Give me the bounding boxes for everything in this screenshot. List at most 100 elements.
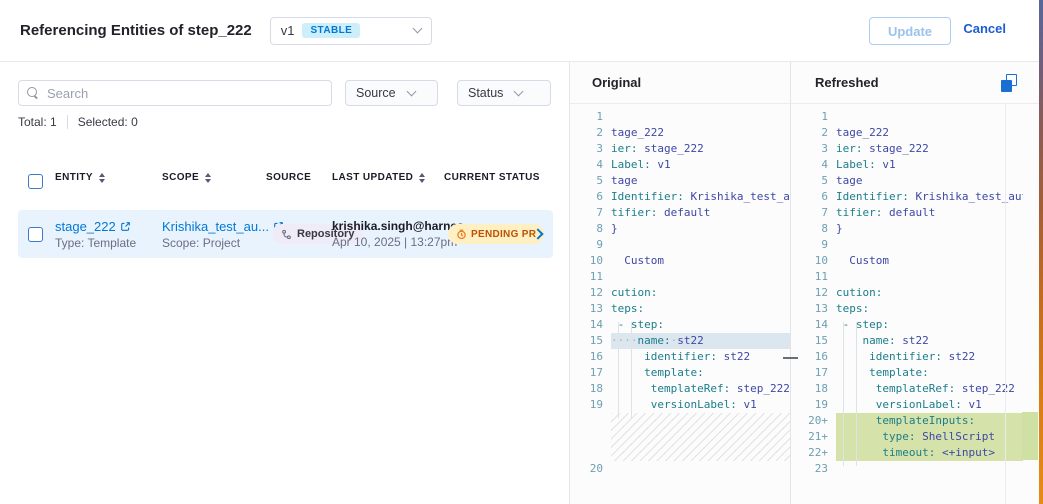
code-text: teps: xyxy=(836,301,1023,317)
code-text: template: xyxy=(836,365,1023,381)
line-number: 1 xyxy=(793,109,836,125)
code-text xyxy=(836,269,1023,285)
line-number: 2 xyxy=(793,125,836,141)
repository-icon xyxy=(281,229,292,240)
line-number: 7 xyxy=(793,205,836,221)
version-selector[interactable]: v1 STABLE xyxy=(270,17,432,45)
line-number: 13 xyxy=(793,301,836,317)
code-line: 16 identifier: st22 xyxy=(570,349,790,365)
line-number: 14 xyxy=(793,317,836,333)
original-code-pane[interactable]: 12tage_2223ier: stage_2224Label: v15tage… xyxy=(570,104,790,504)
entity-link[interactable]: stage_222 xyxy=(55,219,116,234)
code-line: 14 - step: xyxy=(570,317,790,333)
code-token: identifier: xyxy=(836,350,942,363)
code-line: 6Identifier: Krishika_test_aut xyxy=(793,189,1023,205)
code-text: identifier: st22 xyxy=(836,349,1023,365)
indent-guide xyxy=(631,322,632,418)
column-scope[interactable]: SCOPE xyxy=(162,172,211,183)
line-number: 17 xyxy=(793,365,836,381)
line-number: 11 xyxy=(570,269,611,285)
code-token: templateRef: xyxy=(836,382,955,395)
code-token: tifier: xyxy=(836,206,882,219)
code-text: timeout: <+input> xyxy=(836,445,1023,461)
deleted-line-marker xyxy=(783,357,798,359)
stable-badge: STABLE xyxy=(302,23,360,38)
clock-icon xyxy=(456,229,467,240)
status-badge: PENDING PR xyxy=(448,224,544,244)
selected-count: Selected: 0 xyxy=(78,115,138,129)
background-page-edge xyxy=(1039,0,1043,504)
line-number: 3 xyxy=(793,141,836,157)
code-line: 17 template: xyxy=(793,365,1023,381)
code-token: default xyxy=(882,206,935,219)
code-text: tage xyxy=(611,173,790,189)
copy-icon[interactable] xyxy=(1001,74,1017,92)
code-line: 4Label: v1 xyxy=(570,157,790,173)
code-token: } xyxy=(611,222,618,235)
indent-guide xyxy=(843,322,844,466)
code-text: tage_222 xyxy=(611,125,790,141)
code-text: teps: xyxy=(611,301,790,317)
code-token: v1 xyxy=(962,398,982,411)
code-token: v1 xyxy=(876,158,896,171)
refreshed-code-pane[interactable]: 12tage_2223ier: stage_2224Label: v15tage… xyxy=(793,104,1023,504)
code-line: 17 template: xyxy=(570,365,790,381)
code-line: 11 xyxy=(793,269,1023,285)
table-row[interactable]: stage_222 Type: Template Krishika_test_a… xyxy=(18,210,553,258)
code-line: 12cution: xyxy=(570,285,790,301)
code-line: 2tage_222 xyxy=(793,125,1023,141)
code-token: type: xyxy=(836,430,915,443)
select-all-checkbox[interactable] xyxy=(28,174,43,189)
code-text: } xyxy=(836,221,1023,237)
line-number: 6 xyxy=(570,189,611,205)
update-button[interactable]: Update xyxy=(869,17,951,45)
line-number: 22+ xyxy=(793,445,836,461)
code-token: Custom xyxy=(836,254,889,267)
code-text xyxy=(611,109,790,125)
line-number: 19 xyxy=(793,397,836,413)
line-number: 2 xyxy=(570,125,611,141)
status-filter-label: Status xyxy=(468,86,503,100)
sort-icon[interactable] xyxy=(99,173,105,183)
code-line: 18 templateRef: step_222 xyxy=(570,381,790,397)
line-number: 11 xyxy=(793,269,836,285)
chevron-right-icon[interactable] xyxy=(532,228,543,239)
column-entity[interactable]: ENTITY xyxy=(55,172,105,183)
status-filter-dropdown[interactable]: Status xyxy=(457,80,551,106)
code-text: templateRef: step_222 xyxy=(836,381,1023,397)
code-line: 18 templateRef: step_222 xyxy=(793,381,1023,397)
indent-guide xyxy=(618,322,619,418)
diff-editor[interactable]: 12tage_2223ier: stage_2224Label: v15tage… xyxy=(570,103,1043,504)
line-number: 4 xyxy=(570,157,611,173)
code-line: 8} xyxy=(570,221,790,237)
column-last-updated[interactable]: LAST UPDATED xyxy=(332,172,425,183)
code-token: Custom xyxy=(611,254,664,267)
code-text: type: ShellScript xyxy=(836,429,1023,445)
column-source: SOURCE xyxy=(266,172,311,183)
search-box[interactable] xyxy=(18,80,332,106)
line-number: 21+ xyxy=(793,429,836,445)
code-line: 13teps: xyxy=(793,301,1023,317)
code-token: versionLabel: xyxy=(611,398,737,411)
code-token: template: xyxy=(611,366,704,379)
source-filter-dropdown[interactable]: Source xyxy=(345,80,438,106)
code-line: 5tage xyxy=(570,173,790,189)
page-title: Referencing Entities of step_222 xyxy=(20,22,252,39)
scope-link[interactable]: Krishika_test_au... xyxy=(162,219,269,234)
code-line: 19 versionLabel: v1 xyxy=(793,397,1023,413)
code-line: 10 Custom xyxy=(793,253,1023,269)
line-number: 7 xyxy=(570,205,611,221)
line-number: 4 xyxy=(793,157,836,173)
code-line: 5tage xyxy=(793,173,1023,189)
row-checkbox[interactable] xyxy=(28,227,43,242)
dialog-header: Referencing Entities of step_222 v1 STAB… xyxy=(0,0,1043,62)
code-text: cution: xyxy=(611,285,790,301)
line-number: 18 xyxy=(793,381,836,397)
cancel-button[interactable]: Cancel xyxy=(963,21,1006,36)
search-input[interactable] xyxy=(47,86,323,101)
sort-icon[interactable] xyxy=(205,173,211,183)
line-number: 8 xyxy=(793,221,836,237)
sort-icon[interactable] xyxy=(419,173,425,183)
minimap-added-marker xyxy=(1022,412,1038,460)
code-text xyxy=(611,413,790,461)
